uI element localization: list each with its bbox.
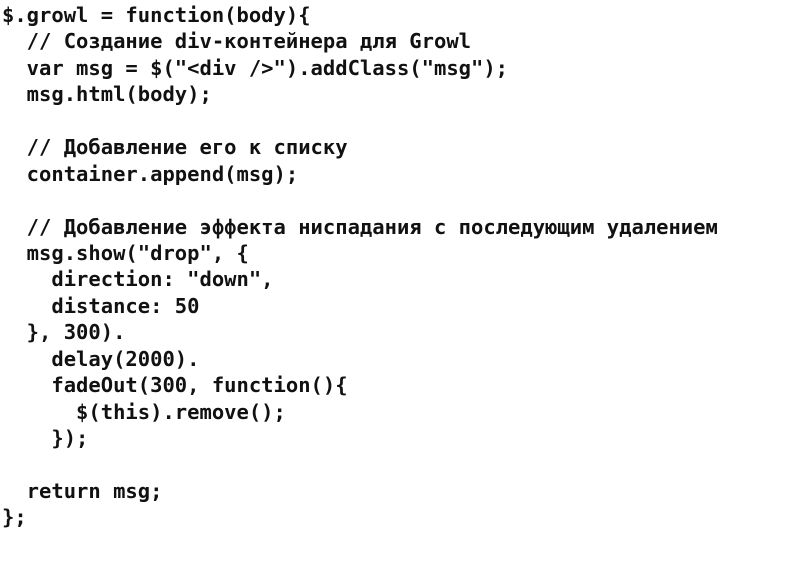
code-line: msg.html(body); bbox=[2, 82, 212, 107]
code-listing: $.growl = function(body){ // Создание di… bbox=[2, 2, 718, 531]
code-line: delay(2000). bbox=[2, 346, 200, 371]
code-line: msg.show("drop", { bbox=[2, 240, 249, 265]
code-line: distance: 50 bbox=[2, 293, 200, 318]
code-comment-line: // Добавление эффекта ниспадания с после… bbox=[2, 214, 718, 239]
code-comment-line: // Добавление его к списку bbox=[2, 135, 348, 160]
code-line: }; bbox=[2, 505, 27, 530]
code-line: }); bbox=[2, 426, 89, 450]
code-line: fadeOut(300, function(){ bbox=[2, 373, 348, 398]
code-line: container.append(msg); bbox=[2, 161, 299, 186]
code-line: $(this).remove(); bbox=[2, 399, 286, 424]
code-line: var msg = $("<div />").addClass("msg"); bbox=[2, 55, 509, 80]
code-line: }, 300). bbox=[2, 320, 126, 345]
code-line: $.growl = function(body){ bbox=[2, 3, 311, 27]
code-line: direction: "down", bbox=[2, 267, 274, 292]
code-line: return msg; bbox=[2, 478, 163, 503]
code-comment-line: // Создание div-контейнера для Growl bbox=[2, 29, 471, 54]
